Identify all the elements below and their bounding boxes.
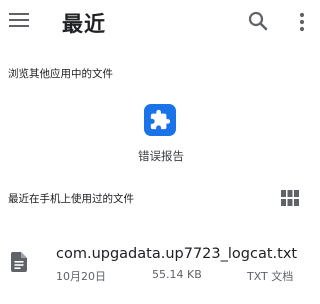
grid-view-icon[interactable] — [281, 190, 299, 207]
app-tile-bug-report[interactable]: 错误报告 — [131, 104, 191, 166]
menu-icon[interactable] — [9, 12, 29, 28]
file-name: com.upgadata.up7723_logcat.txt — [56, 246, 298, 262]
browse-section-title: 浏览其他应用中的文件 — [8, 68, 113, 80]
app-bar: 最近 — [0, 0, 320, 44]
search-icon[interactable] — [246, 9, 270, 33]
document-icon — [11, 252, 27, 272]
file-date: 10月20日 — [56, 270, 106, 283]
more-vert-icon[interactable] — [296, 10, 308, 34]
file-size: 55.14 KB — [152, 268, 202, 281]
recent-section-title: 最近在手机上使用过的文件 — [8, 193, 134, 205]
page-title: 最近 — [62, 12, 106, 36]
file-list-item[interactable]: com.upgadata.up7723_logcat.txt 10月20日 55… — [0, 240, 320, 284]
app-tile-label: 错误报告 — [138, 149, 184, 163]
puzzle-icon — [144, 104, 176, 136]
file-type: TXT 文档 — [247, 270, 294, 283]
